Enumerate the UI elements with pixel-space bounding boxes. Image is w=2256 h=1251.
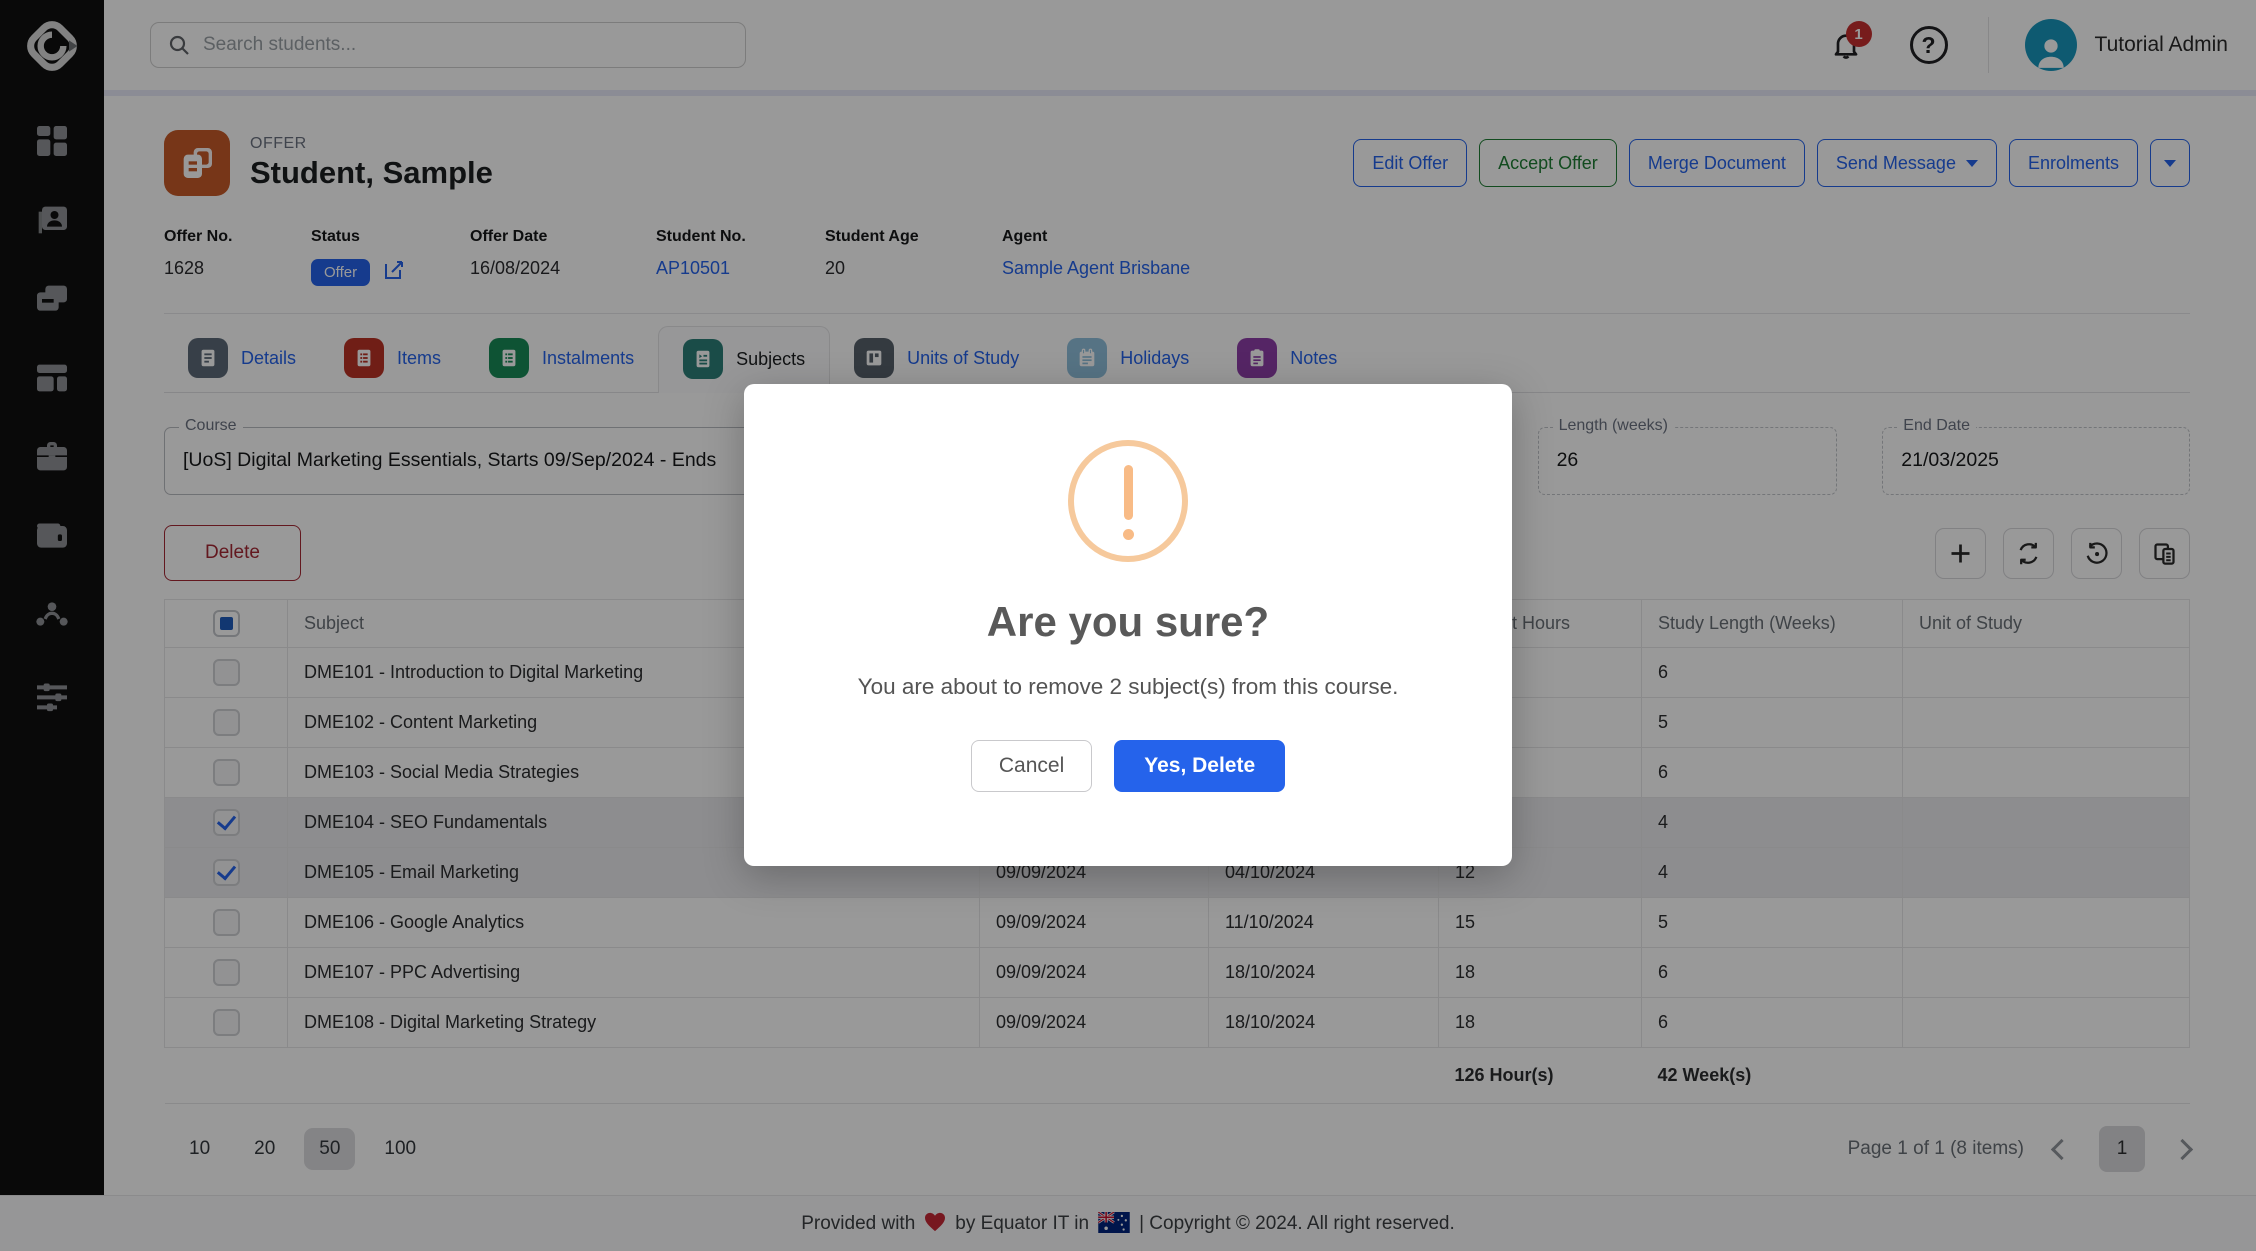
confirm-delete-button[interactable]: Yes, Delete bbox=[1114, 740, 1285, 792]
modal-actions: Cancel Yes, Delete bbox=[971, 740, 1285, 792]
confirm-dialog: Are you sure? You are about to remove 2 … bbox=[744, 384, 1512, 866]
app-screen: 1 ? Tutorial Admin OFFER Student, Sample… bbox=[0, 0, 2256, 1251]
warning-icon bbox=[1068, 440, 1188, 562]
modal-message: You are about to remove 2 subject(s) fro… bbox=[858, 674, 1399, 700]
modal-title: Are you sure? bbox=[987, 598, 1269, 646]
cancel-button[interactable]: Cancel bbox=[971, 740, 1092, 792]
